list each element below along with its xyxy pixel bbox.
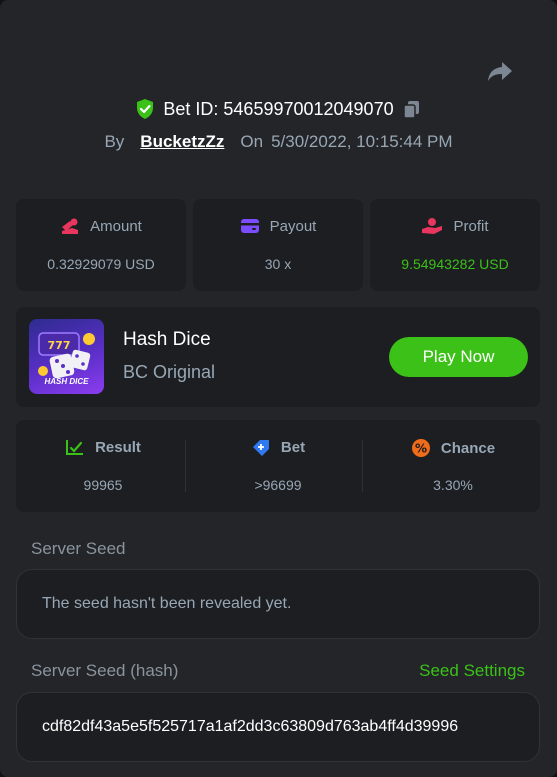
svg-text:%: % [415,442,427,456]
bet-label: Bet [280,438,306,456]
chance-value: 3.30% [433,477,473,493]
game-title: Hash Dice [123,329,211,350]
game-card: 777 HASH DICE Hash Dice BC Original Play… [16,307,540,407]
copy-icon[interactable] [402,99,422,119]
server-seed-field: The seed hasn't been revealed yet. [16,569,540,639]
play-now-button[interactable]: Play Now [389,337,528,377]
chance-label: Chance [440,439,496,457]
percent-icon: % [411,439,430,457]
bet-column: Bet >96699 [191,420,365,512]
bet-id-row: Bet ID: 54659970012049070 [0,96,557,122]
server-seed-hash-value: cdf82df43a5e5f525717a1af2dd3c63809d763ab… [42,718,459,735]
result-column: Result 99965 [16,420,190,512]
profit-card: Profit 9.54943282 USD [370,199,540,291]
ticket-icon [252,440,269,456]
shield-check-icon [137,99,154,119]
bet-id-text: Bet ID: 54659970012049070 [163,98,394,119]
server-seed-value: The seed hasn't been revealed yet. [42,595,292,612]
payout-card: Payout 30 x [193,199,363,291]
chart-check-icon [66,440,84,455]
share-button[interactable] [484,58,516,86]
bet-details-panel: Bet ID: 54659970012049070 By BucketzZz O… [0,0,557,777]
hash-dice-thumbnail[interactable]: 777 HASH DICE [29,319,104,394]
bet-meta-row: By BucketzZz On 5/30/2022, 10:15:44 PM [0,130,557,154]
column-divider [362,440,363,492]
column-divider [185,440,186,492]
server-seed-hash-field[interactable]: cdf82df43a5e5f525717a1af2dd3c63809d763ab… [16,692,540,762]
on-label: On [240,132,264,151]
chance-column: % Chance 3.30% [366,420,540,512]
server-seed-hash-label: Server Seed (hash) [31,661,179,680]
payout-label: Payout [269,217,317,235]
server-seed-label: Server Seed [31,539,126,558]
username-link[interactable]: BucketzZz [140,132,224,152]
result-card: Result 99965 Bet >96699 % Chance 3.30% [16,420,540,512]
profit-label: Profit [453,217,489,235]
hand-coin-icon [422,218,443,234]
wallet-icon [240,219,259,233]
result-value: 99965 [83,477,123,493]
payout-value: 30 x [264,256,292,272]
game-subtitle: BC Original [123,362,216,382]
coins-icon [62,218,79,234]
profit-value: 9.54943282 USD [401,256,509,272]
amount-label: Amount [90,217,142,235]
bet-datetime: 5/30/2022, 10:15:44 PM [271,132,453,151]
thumb-label: HASH DICE [44,377,89,386]
by-label: By [104,132,125,151]
result-label: Result [95,438,141,456]
svg-text:777: 777 [48,339,71,352]
amount-card: Amount 0.32929079 USD [16,199,186,291]
seed-settings-link[interactable]: Seed Settings [419,661,525,681]
bet-value: >96699 [254,477,302,493]
amount-value: 0.32929079 USD [47,256,155,272]
share-arrow-icon [488,62,512,81]
